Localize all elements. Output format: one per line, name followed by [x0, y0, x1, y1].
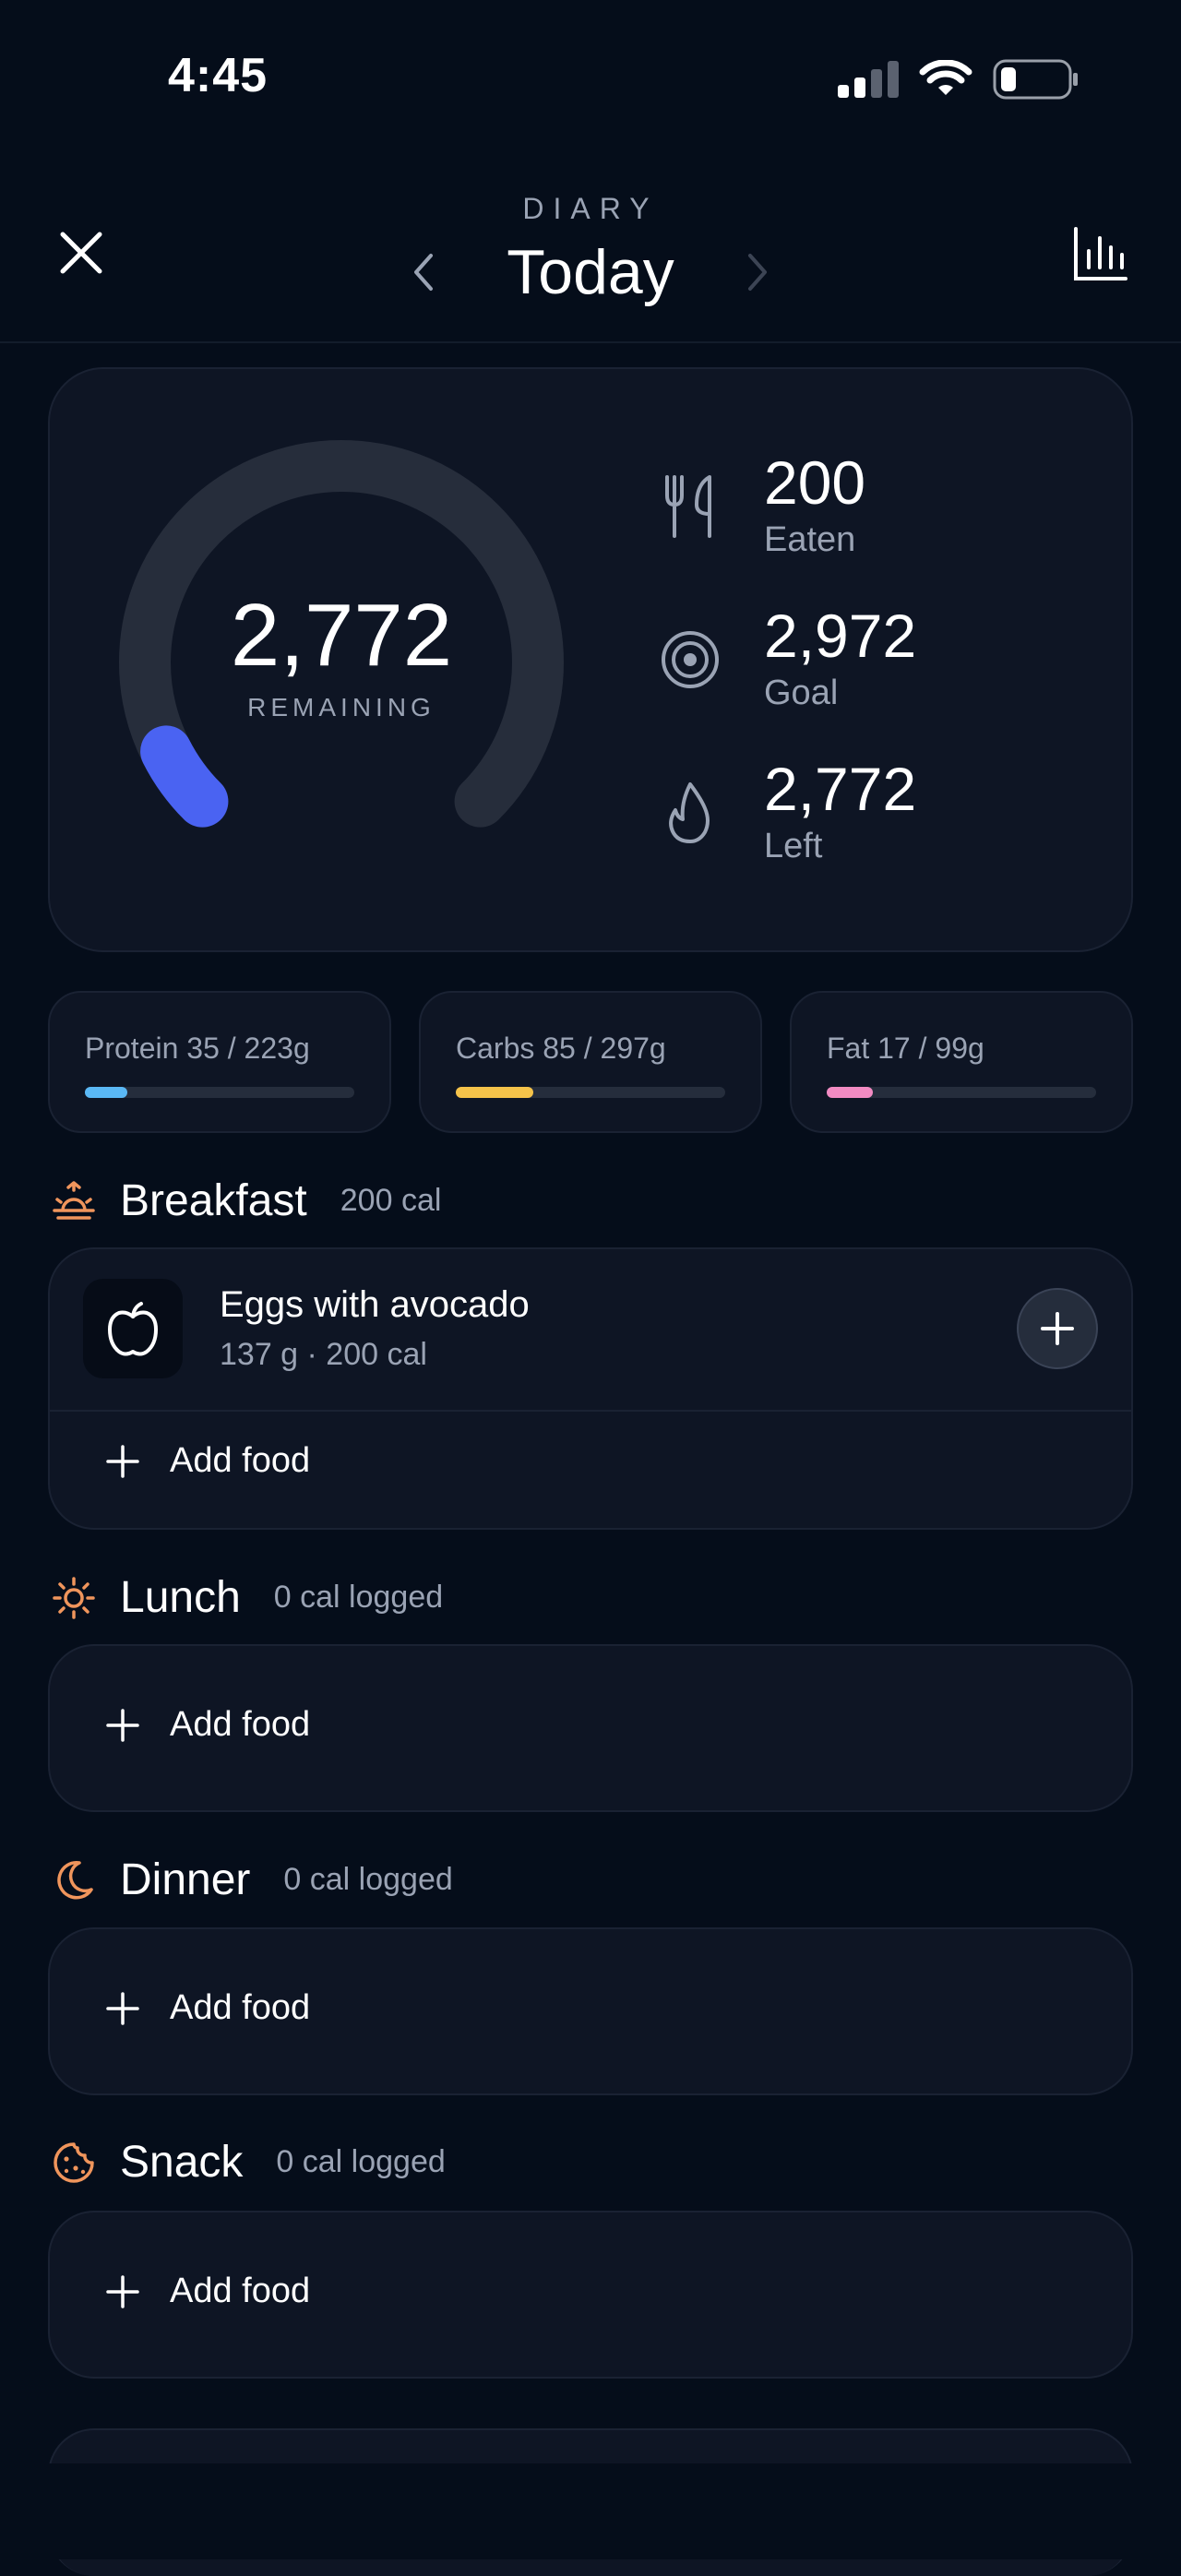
meal-calories: 0 cal logged: [273, 1580, 444, 1615]
battery-icon: [993, 59, 1078, 100]
cellular-signal-icon: [838, 61, 899, 98]
add-food-label: Add food: [170, 2272, 311, 2310]
meal-header-snack: Snack 0 cal logged: [52, 2137, 446, 2188]
add-food-button-snack[interactable]: Add food: [105, 2272, 310, 2311]
sun-icon: [53, 1576, 95, 1619]
date-navigator: Today: [0, 236, 1181, 308]
diary-label: DIARY: [522, 192, 659, 225]
macro-protein: Protein 35 / 223g: [48, 991, 391, 1133]
page-title: Today: [507, 237, 674, 307]
meal-calories: 0 cal logged: [283, 1862, 453, 1897]
meal-calories: 200 cal: [340, 1183, 442, 1218]
header-divider: [0, 341, 1181, 343]
plus-icon: [106, 2274, 139, 2308]
macro-progress-track: [85, 1087, 354, 1098]
macro-carbs: Carbs 85 / 297g: [419, 991, 762, 1133]
stat-left: 2,772 Left: [657, 758, 916, 866]
meal-header-dinner: Dinner 0 cal logged: [52, 1854, 453, 1905]
meal-title: Snack: [120, 2138, 244, 2187]
food-name: Eggs with avocado: [220, 1284, 530, 1325]
add-food-button-lunch[interactable]: Add food: [105, 1705, 310, 1745]
meal-card-breakfast: Eggs with avocado 137 g · 200 cal Add fo…: [48, 1247, 1133, 1530]
remaining-value: 2,772: [230, 586, 453, 685]
macro-progress-track: [827, 1087, 1096, 1098]
cookie-icon: [54, 2141, 94, 2183]
remaining-display: 2,772 REMAINING: [111, 432, 572, 893]
add-serving-button[interactable]: [1017, 1288, 1098, 1369]
food-item[interactable]: Eggs with avocado 137 g · 200 cal: [83, 1279, 530, 1378]
bottom-fade: [0, 2463, 1181, 2559]
fork-knife-icon: [665, 474, 711, 538]
stat-label: Eaten: [764, 520, 856, 559]
flame-icon: [669, 781, 710, 843]
stat-value: 2,772: [764, 755, 917, 823]
meal-card-snack: Add food: [48, 2211, 1133, 2379]
meal-title: Breakfast: [120, 1176, 307, 1225]
meal-title: Lunch: [120, 1573, 241, 1622]
stat-value: 200: [764, 448, 866, 517]
status-time: 4:45: [168, 49, 268, 102]
add-food-button-dinner[interactable]: Add food: [105, 1988, 310, 2028]
macro-label: Protein 35 / 223g: [85, 1032, 310, 1065]
chevron-right-icon[interactable]: [739, 248, 776, 296]
macro-progress-fill: [85, 1087, 127, 1098]
add-food-label: Add food: [170, 1988, 311, 2027]
moon-icon: [57, 1860, 93, 1899]
food-thumbnail: [83, 1279, 183, 1378]
plus-icon: [106, 1708, 139, 1742]
meal-header-lunch: Lunch 0 cal logged: [52, 1572, 443, 1623]
remaining-label: REMAINING: [247, 693, 435, 722]
meal-card-lunch: Add food: [48, 1644, 1133, 1812]
macro-progress-fill: [456, 1087, 533, 1098]
chevron-left-icon[interactable]: [405, 248, 442, 296]
sunrise-icon: [53, 1180, 95, 1220]
stat-goal: 2,972 Goal: [657, 605, 916, 713]
bar-chart-icon[interactable]: [1072, 225, 1129, 282]
meal-title: Dinner: [120, 1855, 251, 1904]
wifi-icon: [919, 60, 972, 95]
meal-header-breakfast: Breakfast 200 cal: [52, 1175, 441, 1226]
item-divider: [50, 1410, 1131, 1412]
macro-label: Fat 17 / 99g: [827, 1032, 984, 1065]
stat-eaten: 200 Eaten: [657, 452, 865, 560]
plus-icon: [1041, 1312, 1074, 1345]
macro-label: Carbs 85 / 297g: [456, 1032, 666, 1065]
meal-calories: 0 cal logged: [276, 2144, 446, 2179]
macro-fat: Fat 17 / 99g: [790, 991, 1133, 1133]
meal-card-dinner: Add food: [48, 1927, 1133, 2095]
stat-value: 2,972: [764, 602, 917, 670]
status-icons: [838, 59, 1080, 100]
add-food-label: Add food: [170, 1705, 311, 1744]
add-food-button-breakfast[interactable]: Add food: [105, 1441, 310, 1481]
plus-icon: [106, 1991, 139, 2025]
apple-icon: [108, 1302, 158, 1356]
target-icon: [662, 630, 719, 688]
stat-label: Goal: [764, 674, 839, 712]
macro-progress-fill: [827, 1087, 874, 1098]
macro-progress-track: [456, 1087, 725, 1098]
food-detail: 137 g · 200 cal: [220, 1337, 427, 1372]
stat-label: Left: [764, 827, 823, 865]
plus-icon: [106, 1444, 139, 1478]
add-food-label: Add food: [170, 1441, 311, 1480]
